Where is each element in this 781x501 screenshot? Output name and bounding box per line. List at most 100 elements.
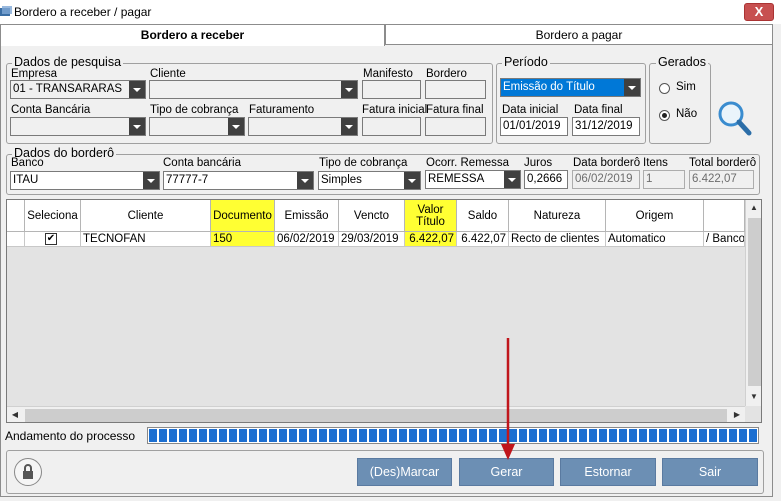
total-bordero-label: Total borderô [689, 157, 757, 169]
chevron-down-icon[interactable] [143, 172, 159, 189]
lock-button[interactable] [14, 458, 42, 486]
nao-radio[interactable] [659, 110, 670, 121]
tipo-cobranca-select[interactable] [149, 117, 245, 136]
sair-button[interactable]: Sair [662, 458, 758, 486]
data-final-label: Data final [574, 104, 623, 116]
close-button[interactable]: X [744, 3, 774, 21]
data-final-field[interactable]: 31/12/2019 [572, 117, 640, 136]
progress-segment [599, 429, 607, 442]
cell-documento[interactable]: 150 [211, 232, 275, 247]
cell-natureza[interactable]: Recto de clientes [509, 232, 606, 247]
progress-segment [409, 429, 417, 442]
col-vencto[interactable]: Vencto [339, 200, 405, 232]
chevron-down-icon[interactable] [341, 118, 357, 135]
cell-emissao[interactable]: 06/02/2019 [275, 232, 339, 247]
progress-segment [249, 429, 257, 442]
bordero-field[interactable] [425, 80, 486, 99]
chevron-down-icon[interactable] [341, 81, 357, 98]
progress-bar [147, 427, 759, 444]
search-icon[interactable] [716, 99, 752, 137]
col-cliente[interactable]: Cliente [81, 200, 211, 232]
progress-segment [309, 429, 317, 442]
data-inicial-field[interactable]: 01/01/2019 [500, 117, 568, 136]
scroll-right-icon[interactable]: ▶ [729, 407, 745, 422]
col-documento[interactable]: Documento [211, 200, 275, 232]
vertical-scroll-thumb[interactable] [748, 218, 761, 386]
scroll-left-icon[interactable]: ◀ [7, 407, 23, 422]
data-bordero-label: Data borderô [573, 157, 641, 169]
empresa-label: Empresa [11, 68, 58, 80]
tipo-cobranca-bordero-label: Tipo de cobrança [319, 157, 408, 169]
sim-label[interactable]: Sim [676, 81, 696, 93]
progress-segment [389, 429, 397, 442]
desmarcar-button[interactable]: (Des)Marcar [357, 458, 452, 486]
progress-segment [679, 429, 687, 442]
lock-icon [23, 464, 33, 479]
cliente-select[interactable] [149, 80, 358, 99]
conta-bancaria-bordero-select[interactable]: 77777-7 [163, 171, 314, 190]
ocorr-remessa-select[interactable]: REMESSA [425, 170, 521, 189]
cell-extra[interactable]: / Banco [704, 232, 745, 247]
row-indicator[interactable] [7, 232, 25, 247]
conta-bancaria-select[interactable] [10, 117, 146, 136]
tab-bordero-receber[interactable]: Bordero a receber [0, 24, 385, 46]
col-origem[interactable]: Origem [606, 200, 704, 232]
chevron-down-icon[interactable] [129, 118, 145, 135]
progress-segment [509, 429, 517, 442]
banco-select[interactable]: ITAU [10, 171, 160, 190]
horizontal-scrollbar[interactable]: ◀ ▶ [7, 406, 745, 422]
vertical-scrollbar[interactable]: ▲ ▼ [745, 200, 761, 406]
progress-segment [739, 429, 747, 442]
col-saldo[interactable]: Saldo [457, 200, 509, 232]
progress-segment [289, 429, 297, 442]
search-legend: Dados de pesquisa [12, 55, 124, 69]
scroll-up-icon[interactable]: ▲ [746, 200, 761, 216]
table-row[interactable]: ✔ [25, 232, 81, 247]
fatura-inicial-field[interactable] [362, 117, 421, 136]
col-natureza[interactable]: Natureza [509, 200, 606, 232]
juros-field[interactable]: 0,2666 [524, 170, 568, 189]
faturamento-select[interactable] [248, 117, 358, 136]
cell-vencto[interactable]: 29/03/2019 [339, 232, 405, 247]
empresa-select[interactable]: 01 - TRANSARARAS [10, 80, 146, 99]
col-emissao[interactable]: Emissão [275, 200, 339, 232]
conta-bancaria-label: Conta Bancária [11, 104, 91, 116]
col-extra[interactable] [704, 200, 745, 232]
col-seleciona[interactable]: Seleciona [25, 200, 81, 232]
progress-segment [429, 429, 437, 442]
tab-bordero-pagar[interactable]: Bordero a pagar [385, 24, 773, 45]
progress-segment [439, 429, 447, 442]
cell-valor-titulo[interactable]: 6.422,07 [405, 232, 457, 247]
cell-saldo[interactable]: 6.422,07 [457, 232, 509, 247]
ocorr-remessa-label: Ocorr. Remessa [426, 157, 510, 169]
manifesto-field[interactable] [362, 80, 421, 99]
progress-segment [259, 429, 267, 442]
chevron-down-icon[interactable] [404, 172, 420, 189]
progress-segment [239, 429, 247, 442]
progress-segment [399, 429, 407, 442]
sim-radio[interactable] [659, 83, 670, 94]
nao-label[interactable]: Não [676, 108, 697, 120]
chevron-down-icon[interactable] [129, 81, 145, 98]
chevron-down-icon[interactable] [504, 171, 520, 188]
gerar-button[interactable]: Gerar [459, 458, 554, 486]
seleciona-checkbox[interactable]: ✔ [45, 233, 57, 245]
chevron-down-icon[interactable] [297, 172, 313, 189]
fatura-final-field[interactable] [425, 117, 486, 136]
tipo-cobranca-bordero-select[interactable]: Simples [318, 171, 421, 190]
progress-segment [499, 429, 507, 442]
horizontal-scroll-thumb[interactable] [25, 409, 727, 422]
progress-segment [359, 429, 367, 442]
chevron-down-icon[interactable] [624, 79, 640, 96]
cell-origem[interactable]: Automatico [606, 232, 704, 247]
progress-segment [579, 429, 587, 442]
cell-cliente[interactable]: TECNOFAN [81, 232, 211, 247]
progress-segment [369, 429, 377, 442]
progress-segment [199, 429, 207, 442]
col-valor-titulo[interactable]: Valor Título [405, 200, 457, 232]
row-header-corner [7, 200, 25, 232]
periodo-tipo-select[interactable]: Emissão do Título [500, 78, 641, 97]
chevron-down-icon[interactable] [228, 118, 244, 135]
scroll-down-icon[interactable]: ▼ [746, 389, 761, 405]
estornar-button[interactable]: Estornar [560, 458, 656, 486]
